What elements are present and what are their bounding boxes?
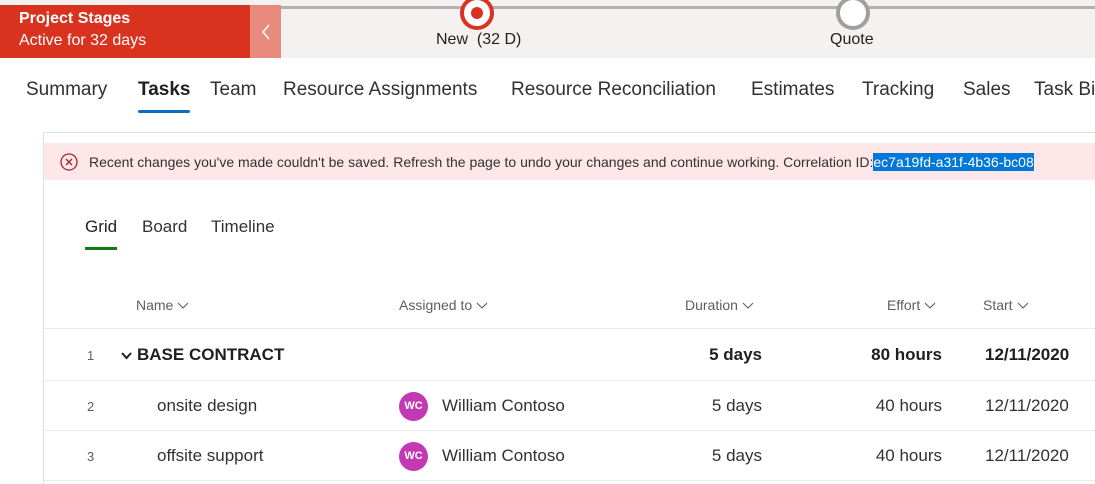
column-header-assigned-to[interactable]: Assigned to [399,297,488,313]
start-cell: 12/11/2020 [985,396,1069,415]
table-row[interactable]: 1 BASE CONTRACT 5 days 80 hours 12/11/20… [44,330,1095,380]
grid-divider [44,480,1095,481]
chevron-down-icon[interactable] [120,349,133,362]
column-header-label: Name [136,297,174,313]
tab-resource-assignments[interactable]: Resource Assignments [283,79,477,101]
column-header-name[interactable]: Name [136,297,189,313]
tab-board[interactable]: Board [142,217,187,237]
start-cell: 12/11/2020 [985,446,1069,465]
assignee-name: William Contoso [442,446,565,465]
chevron-down-icon [742,302,754,309]
task-name: BASE CONTRACT [137,345,285,364]
effort-cell: 80 hours [871,345,942,364]
duration-cell: 5 days [711,446,762,465]
duration-cell: 5 days [711,396,762,415]
tab-estimates[interactable]: Estimates [751,79,834,101]
stage-quote-label: Quote [830,31,874,48]
error-circle-icon [60,152,78,171]
avatar: WC [399,441,428,471]
column-header-start[interactable]: Start [983,297,1029,313]
chevron-down-icon [476,302,488,309]
row-number: 1 [87,347,95,363]
duration-cell: 5 days [709,345,762,364]
tab-resource-reconciliation[interactable]: Resource Reconciliation [511,79,716,101]
tab-tasks[interactable]: Tasks [138,79,191,113]
effort-cell: 40 hours [875,396,942,415]
stage-new-label: New [436,31,469,48]
chevron-left-icon [261,23,270,40]
tab-tracking[interactable]: Tracking [862,79,934,101]
avatar: WC [399,391,428,421]
process-title: Project Stages [19,10,131,27]
stage-new-marker[interactable] [460,0,494,30]
stage-new-duration: (32 D) [476,31,522,48]
tab-timeline[interactable]: Timeline [211,217,275,237]
column-header-label: Assigned to [399,297,473,313]
chevron-down-icon [177,302,189,309]
grid-divider [44,328,1095,329]
chevron-down-icon [924,302,936,309]
tab-task-billing[interactable]: Task Bil [1034,79,1095,101]
start-cell: 12/11/2020 [985,345,1070,364]
column-header-label: Start [983,297,1013,313]
process-active-duration: Active for 32 days [19,32,147,49]
error-message-bar: Recent changes you've made couldn't be s… [44,143,1095,180]
tab-team[interactable]: Team [210,79,256,101]
business-process-bar: Project Stages Active for 32 days New (3… [0,0,1095,58]
tab-summary[interactable]: Summary [26,79,107,101]
row-number: 3 [87,448,95,464]
stage-quote-marker[interactable] [836,0,870,30]
project-stages-flyout[interactable]: Project Stages Active for 32 days [0,5,250,58]
error-message-text: Recent changes you've made couldn't be s… [89,153,874,170]
task-name-cell[interactable]: BASE CONTRACT [120,330,284,380]
column-header-effort[interactable]: Effort [887,297,936,313]
assignee-name: William Contoso [442,396,565,415]
task-name[interactable]: onsite design [157,381,257,431]
main-tab-bar: Summary Tasks Team Resource Assignments … [0,79,1095,119]
tasks-panel: Recent changes you've made couldn't be s… [43,132,1095,484]
effort-cell: 40 hours [875,446,942,465]
chevron-down-icon [1017,302,1028,309]
assigned-to-cell[interactable]: WC William Contoso [399,431,565,481]
table-row[interactable]: 3 offsite support WC William Contoso 5 d… [44,431,1095,481]
column-header-duration[interactable]: Duration [685,297,754,313]
tab-grid[interactable]: Grid [85,217,118,250]
column-header-label: Effort [887,297,921,313]
stage-new[interactable]: New (32 D) [436,31,521,49]
stage-progress-line [281,0,1095,30]
table-row[interactable]: 2 onsite design WC William Contoso 5 day… [44,381,1095,431]
task-name[interactable]: offsite support [157,431,263,481]
row-number: 2 [87,398,95,414]
collapse-stages-button[interactable] [250,5,281,58]
tab-sales[interactable]: Sales [963,79,1011,101]
correlation-id[interactable]: ec7a19fd-a31f-4b36-bc08 [873,152,1034,171]
assigned-to-cell[interactable]: WC William Contoso [399,381,565,431]
column-header-label: Duration [685,297,738,313]
stage-quote[interactable]: Quote [830,31,874,49]
